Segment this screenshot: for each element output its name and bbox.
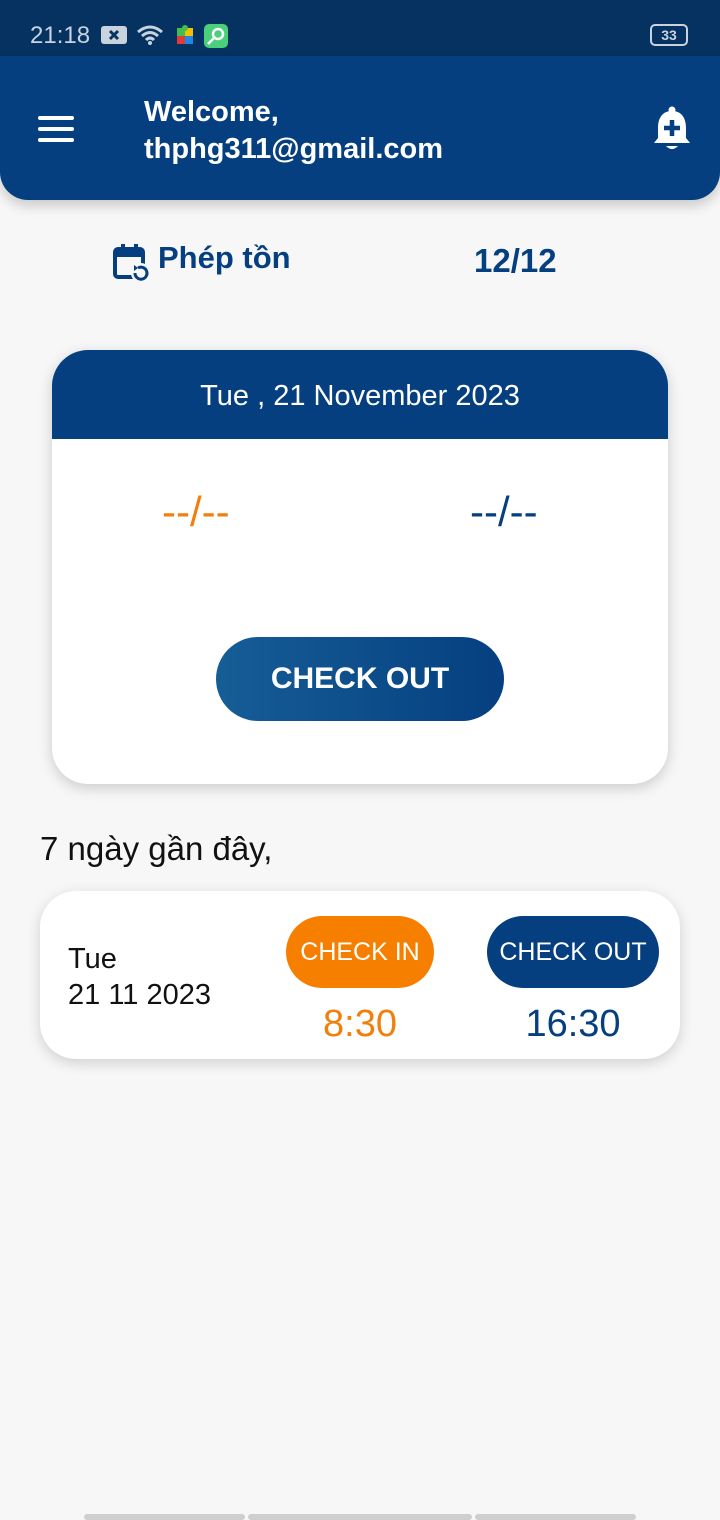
check-out-badge: CHECK OUT: [487, 916, 659, 988]
welcome-greeting: Welcome,: [144, 96, 279, 128]
today-date: Tue , 21 November 2023: [52, 350, 668, 439]
notification-x-icon: [100, 24, 128, 51]
recent-days-title: 7 ngày gần đây,: [40, 830, 273, 867]
status-time: 21:18: [30, 22, 91, 49]
leave-label: Phép tồn: [158, 240, 291, 275]
check-in-badge: CHECK IN: [286, 916, 434, 988]
check-out-time-placeholder: --/--: [470, 488, 538, 535]
battery-indicator: 33: [650, 24, 688, 46]
list-item: Tue 21 11 2023 CHECK IN CHECK OUT 8:30 1…: [40, 891, 680, 1059]
entry-weekday: Tue: [68, 943, 117, 975]
status-bar: 21:18 33: [0, 0, 720, 56]
check-in-time-placeholder: --/--: [162, 488, 230, 535]
check-in-time: 8:30: [323, 1003, 397, 1045]
user-email: thphg311@gmail.com: [144, 133, 444, 165]
key-app-icon: [204, 24, 228, 53]
puzzle-app-icon: [176, 24, 196, 51]
leave-value: 12/12: [474, 242, 557, 279]
welcome-text: Welcome, thphg311@gmail.com: [144, 94, 443, 168]
entry-date: Tue 21 11 2023: [68, 941, 211, 1013]
wifi-icon: [136, 24, 164, 51]
leave-balance-row: Phép tồn 12/12: [0, 236, 720, 286]
bell-add-icon[interactable]: [652, 106, 692, 157]
entry-full-date: 21 11 2023: [68, 979, 211, 1011]
check-out-time: 16:30: [525, 1003, 621, 1045]
menu-icon[interactable]: [38, 116, 74, 142]
calendar-refresh-icon: [112, 242, 152, 289]
app-header: Welcome, thphg311@gmail.com: [0, 56, 720, 200]
gesture-bar: [84, 1514, 636, 1520]
today-attendance-card: Tue , 21 November 2023 --/-- --/-- CHECK…: [52, 350, 668, 784]
check-out-button[interactable]: CHECK OUT: [216, 637, 504, 721]
